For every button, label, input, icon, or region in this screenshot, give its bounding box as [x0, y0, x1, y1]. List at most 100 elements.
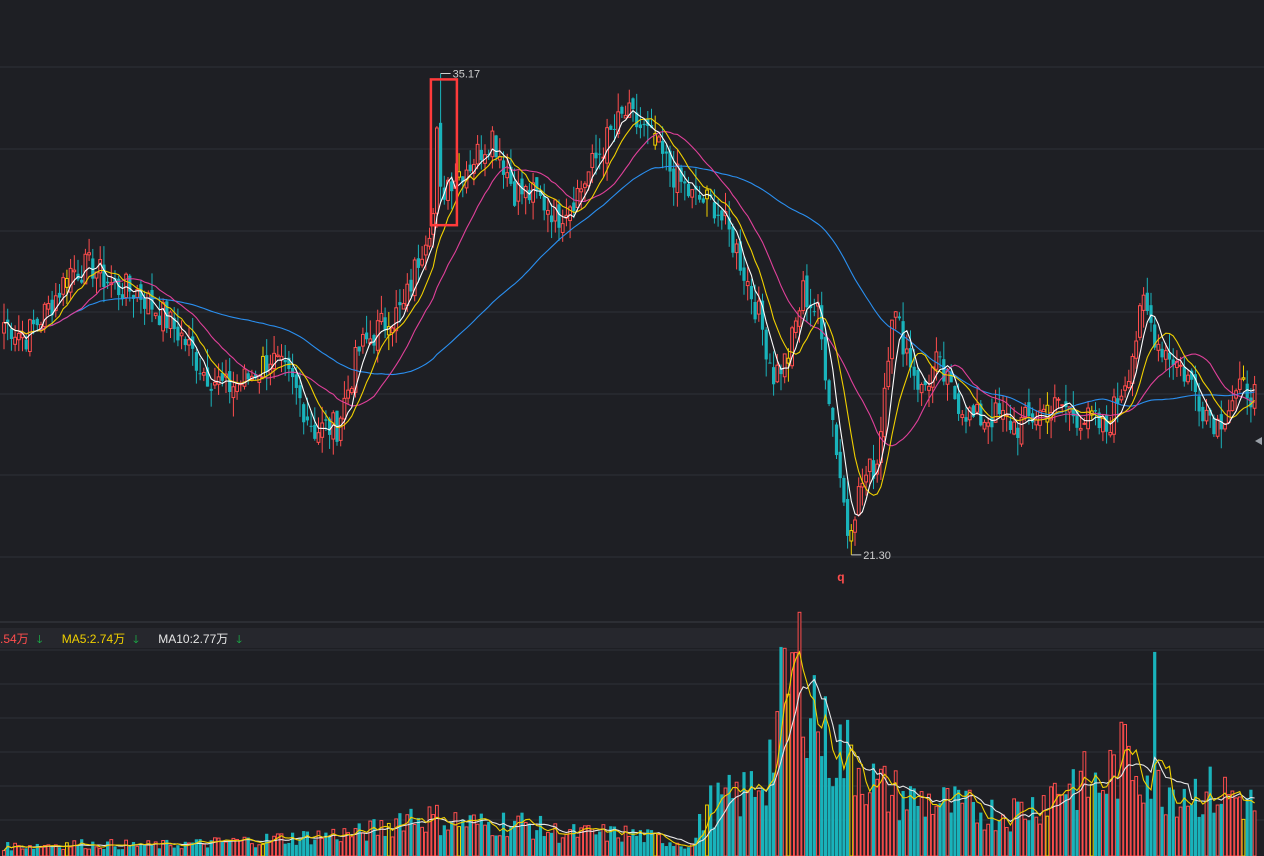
volume-bar — [283, 843, 287, 856]
candle-body — [912, 366, 916, 376]
volume-bar — [412, 824, 417, 856]
volume-bar — [265, 833, 269, 856]
volume-bar — [550, 832, 554, 856]
volume-legend-ma10-text: MA10:2.77万 — [158, 632, 229, 646]
volume-bar — [1052, 782, 1057, 856]
candle-body — [1041, 408, 1046, 413]
volume-bar — [856, 767, 861, 856]
volume-bar — [949, 812, 953, 856]
volume-bar — [531, 838, 536, 856]
candle-body — [1163, 350, 1168, 360]
volume-bar — [461, 819, 465, 856]
candle-body — [183, 338, 187, 346]
volume-bar — [398, 813, 402, 856]
candle-body — [1160, 348, 1164, 358]
volume-bar — [1056, 793, 1061, 856]
volume-bar — [1116, 798, 1120, 856]
candle-body — [1215, 418, 1220, 437]
volume-bar — [734, 781, 739, 856]
candle-body — [401, 302, 406, 310]
candle-body — [302, 404, 306, 423]
volume-bar — [1004, 826, 1009, 856]
candle-body — [527, 189, 531, 201]
volume-bar — [57, 847, 62, 856]
volume-bar — [1023, 818, 1028, 856]
candle-body — [479, 149, 483, 161]
volume-bar — [575, 836, 580, 856]
volume-bar — [338, 841, 343, 856]
candle-body — [827, 380, 831, 405]
volume-bar — [435, 804, 439, 856]
candle-body — [231, 386, 236, 399]
candle-body — [1237, 378, 1242, 390]
volume-bar — [390, 836, 395, 856]
candle-body — [313, 424, 317, 439]
volume-bar — [176, 845, 180, 856]
candle-body — [16, 332, 21, 341]
candle-body — [1197, 396, 1201, 412]
volume-bar — [1075, 809, 1079, 856]
volume-bar — [1027, 820, 1031, 856]
candle-body — [620, 106, 624, 114]
volume-bar — [827, 777, 831, 856]
high-price-label: 35.17 — [453, 69, 481, 81]
volume-legend: .54万 🡓 MA5:2.74万 🡓 MA10:2.77万 🡓 — [0, 630, 258, 648]
volume-bar — [1012, 798, 1017, 856]
candle-body — [516, 183, 521, 202]
volume-bar — [560, 837, 565, 856]
candle-body — [953, 386, 957, 400]
volume-bar — [342, 828, 347, 856]
volume-bar — [842, 778, 846, 856]
volume-bar — [464, 826, 469, 856]
volume-bar — [16, 845, 21, 856]
volume-bar — [938, 803, 942, 856]
volume-bar — [205, 847, 210, 856]
candle-body — [1245, 383, 1249, 399]
candle-body — [324, 419, 328, 421]
volume-bar — [1208, 766, 1212, 856]
candle-body — [1130, 355, 1135, 384]
volume-bar — [139, 845, 143, 856]
volume-bar — [834, 777, 839, 856]
volume-bar — [616, 837, 621, 856]
candle-body — [513, 181, 517, 206]
volume-bar — [35, 843, 39, 856]
volume-bar — [997, 820, 1001, 856]
volume-bar — [357, 823, 361, 856]
candle-body — [143, 298, 147, 309]
volume-bar — [179, 848, 184, 856]
candle-body — [176, 326, 180, 341]
candle-body — [383, 317, 387, 331]
candle-body — [1045, 404, 1050, 423]
volume-bar — [919, 791, 924, 856]
volume-bar — [172, 847, 176, 856]
volume-bar — [586, 825, 591, 856]
moving-average-lines — [4, 109, 1255, 517]
volume-bar — [831, 786, 835, 856]
candle-body — [1182, 366, 1186, 382]
volume-bar — [1123, 724, 1127, 856]
volume-bar — [745, 790, 750, 856]
candle-body — [198, 373, 202, 375]
candle-body — [734, 243, 739, 254]
candle-body — [934, 351, 939, 370]
candle-body — [867, 458, 872, 473]
volume-bar — [235, 838, 239, 856]
volume-bar — [709, 785, 713, 856]
volume-bar — [716, 782, 720, 856]
candle-body — [856, 486, 861, 516]
down-arrow-icon: 🡓 — [36, 634, 43, 646]
candle-body — [409, 279, 413, 292]
candle-body — [275, 354, 280, 357]
volume-bar — [775, 711, 780, 856]
volume-bar — [487, 821, 491, 856]
volume-bar — [494, 835, 498, 856]
candle-body — [1019, 417, 1024, 445]
candle-body — [35, 318, 39, 326]
candle-body — [605, 127, 610, 164]
volume-bar — [1034, 816, 1039, 856]
candle-body — [2, 322, 6, 334]
volume-bar — [520, 812, 524, 856]
volume-bar — [320, 837, 325, 856]
candle-body — [831, 407, 835, 421]
